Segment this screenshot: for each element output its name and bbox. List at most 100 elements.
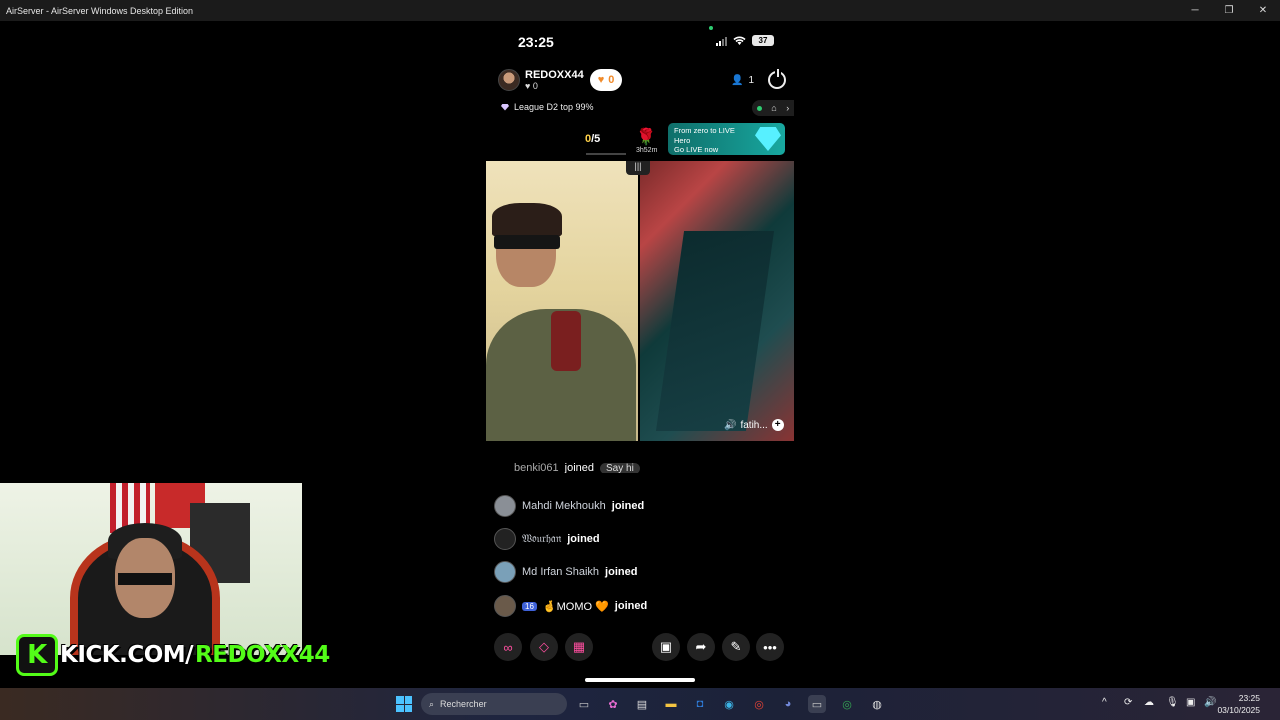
airserver-icon[interactable]: ▭ xyxy=(808,695,826,713)
feed-name[interactable]: Md Irfan Shaikh xyxy=(522,566,599,578)
home-pill[interactable]: ⌂ › xyxy=(752,100,794,116)
discord-icon[interactable]: ◕ xyxy=(779,695,797,713)
feed-action: joined xyxy=(567,533,600,545)
add-icon[interactable]: + xyxy=(771,419,784,431)
viewer-count-value: 1 xyxy=(748,74,754,86)
obs-icon[interactable]: ◍ xyxy=(868,695,886,713)
signal-icon xyxy=(716,36,727,46)
taskbar-search[interactable]: ⌕ Rechercher xyxy=(421,693,567,715)
host-likes: ♥ 0 xyxy=(525,81,584,91)
feed-row-cut: benki061 joined Say hi xyxy=(514,463,640,473)
phone-mirror: 23:25 37 REDOXX44 ♥ 0 ♥ 0 👤 1 League D2 … xyxy=(486,21,794,687)
feed-action: joined xyxy=(611,500,645,512)
feed-name[interactable]: 𝔚𝔬𝔲𝔯𝔥𝔞𝔫 xyxy=(522,533,561,546)
goal-progress: 0/5 xyxy=(585,133,600,145)
league-badge[interactable]: League D2 top 99% xyxy=(501,102,594,112)
kick-url-part2: REDOXX44 xyxy=(195,642,330,668)
windows-start-icon[interactable] xyxy=(396,696,412,712)
feed-action: joined xyxy=(564,463,595,473)
user-avatar[interactable] xyxy=(494,561,516,583)
magic-wand-icon[interactable]: ✎ xyxy=(722,633,750,661)
network-icon[interactable]: ▣ xyxy=(1186,697,1195,708)
say-hi-button[interactable]: Say hi xyxy=(600,463,640,473)
feed-row: 𝔚𝔬𝔲𝔯𝔥𝔞𝔫 joined xyxy=(494,528,600,550)
speaker-icon: 🔊 xyxy=(724,419,737,431)
sync-icon[interactable]: ⟳ xyxy=(1124,697,1132,708)
window-titlebar: AirServer - AirServer Windows Desktop Ed… xyxy=(0,0,1280,21)
wifi-icon xyxy=(733,36,746,45)
user-avatar[interactable] xyxy=(494,528,516,550)
guest-video[interactable] xyxy=(640,161,794,441)
goal-total: /5 xyxy=(591,133,601,145)
host-name: REDOXX44 xyxy=(525,69,584,81)
more-icon[interactable]: ••• xyxy=(756,633,784,661)
like-count: 0 xyxy=(608,74,615,86)
host-bar: REDOXX44 ♥ 0 ♥ 0 👤 1 xyxy=(498,67,786,93)
restore-button[interactable]: ❐ xyxy=(1212,0,1246,21)
power-icon[interactable] xyxy=(768,69,786,89)
minimize-button[interactable]: ─ xyxy=(1178,0,1212,21)
action-bar: ∞ ◇ ▦ ▣ ➦ ✎ ••• xyxy=(494,633,786,661)
chrome-alt-icon[interactable]: ◎ xyxy=(838,695,856,713)
like-button[interactable]: ♥ 0 xyxy=(589,69,623,91)
go-live-promo[interactable]: From zero to LIVE Hero Go LIVE now xyxy=(668,123,785,155)
heart-icon: ♥ xyxy=(525,81,531,91)
share-icon[interactable]: ➦ xyxy=(687,633,715,661)
apps-icon[interactable]: ▦ xyxy=(565,633,593,661)
rose-icon[interactable]: 🌹 xyxy=(636,127,656,147)
user-avatar[interactable] xyxy=(494,495,516,517)
edge-icon[interactable]: ◉ xyxy=(720,695,738,713)
feed-name: benki061 xyxy=(514,463,559,473)
status-icons: 37 xyxy=(716,35,774,46)
task-view-icon[interactable]: ▭ xyxy=(575,695,593,713)
webcam-overlay xyxy=(0,483,302,655)
status-time: 23:25 xyxy=(518,34,554,50)
feed-action: joined xyxy=(614,600,648,612)
host-avatar[interactable] xyxy=(498,69,520,91)
chrome-icon[interactable]: ◎ xyxy=(750,695,768,713)
host-likes-count: 0 xyxy=(532,81,538,91)
match-icon[interactable]: ◇ xyxy=(530,633,558,661)
home-indicator xyxy=(585,678,695,682)
chevron-up-icon[interactable]: ^ xyxy=(1102,697,1107,708)
privacy-dot-icon xyxy=(709,26,713,30)
feed-row: Mahdi Mekhoukh joined xyxy=(494,495,644,517)
host-meta: REDOXX44 ♥ 0 xyxy=(525,69,584,91)
viewer-count[interactable]: 👤 1 xyxy=(731,75,754,86)
feed-name[interactable]: 🤞MOMO 🧡 xyxy=(543,600,609,613)
rose-timer: 3h52m xyxy=(636,147,658,154)
guest-name: fatih... xyxy=(740,419,768,431)
window-title: AirServer - AirServer Windows Desktop Ed… xyxy=(6,5,194,16)
microphone-icon[interactable]: 🎙 xyxy=(1166,697,1179,708)
person-icon: 👤 xyxy=(730,74,744,86)
cloud-icon[interactable]: ☁ xyxy=(1144,697,1154,708)
promo-line3: Go LIVE now xyxy=(674,145,719,154)
store-icon[interactable]: ▤ xyxy=(633,695,651,713)
film-icon[interactable]: ▣ xyxy=(652,633,680,661)
file-explorer-icon[interactable]: ▬ xyxy=(662,695,680,713)
search-placeholder: Rechercher xyxy=(440,699,487,709)
kick-url-part1: KICK.COM/ xyxy=(60,642,194,668)
online-dot-icon xyxy=(756,105,762,111)
close-button[interactable]: ✕ xyxy=(1246,0,1280,21)
goal-progress-bar xyxy=(586,153,626,155)
link-icon[interactable]: ∞ xyxy=(494,633,522,661)
chevron-right-icon: › xyxy=(786,103,790,113)
kick-banner: K KICK.COM/REDOXX44 xyxy=(16,633,330,677)
league-label: League D2 top 99% xyxy=(514,102,594,112)
guest-tag[interactable]: 🔊 fatih... + xyxy=(724,419,784,431)
audio-bars-icon[interactable]: ||| xyxy=(626,161,650,175)
volume-icon[interactable]: 🔊 xyxy=(1204,697,1216,708)
home-icon: ⌂ xyxy=(771,103,777,113)
taskbar: ⌕ Rechercher ▭ ✿ ▤ ▬ ◘ ◉ ◎ ◕ ▭ ◎ ◍ ^ ⟳ ☁… xyxy=(0,688,1280,720)
battery-icon: 37 xyxy=(752,35,774,46)
user-avatar[interactable] xyxy=(494,595,516,617)
copilot-icon[interactable]: ✿ xyxy=(604,695,622,713)
host-person xyxy=(486,201,636,441)
clock[interactable]: 23:25 03/10/2025 xyxy=(1217,692,1260,716)
outlook-icon[interactable]: ◘ xyxy=(691,695,709,713)
feed-name[interactable]: Mahdi Mekhoukh xyxy=(522,500,606,512)
feed-row: 16 🤞MOMO 🧡 joined xyxy=(494,595,647,617)
host-video[interactable] xyxy=(486,161,638,441)
feed-action: joined xyxy=(605,566,638,578)
